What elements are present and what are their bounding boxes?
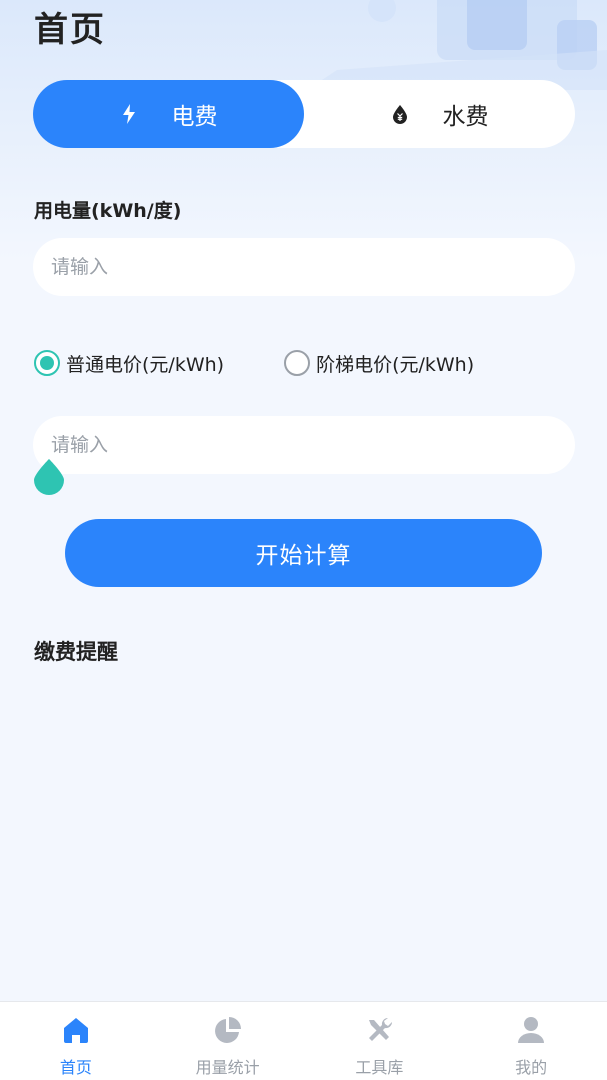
tab-water[interactable]: 水费 (304, 80, 575, 148)
nav-profile-label: 我的 (515, 1058, 548, 1077)
tab-electricity[interactable]: 电费 (33, 80, 304, 148)
nav-toolbox-label: 工具库 (355, 1058, 404, 1077)
price-type-radio-group: 普通电价(元/kWh) 阶梯电价(元/kWh) (34, 346, 474, 380)
radio-normal-price-label: 普通电价(元/kWh) (66, 353, 225, 376)
nav-profile[interactable]: 我的 (455, 1002, 607, 1080)
price-input[interactable] (33, 416, 575, 474)
user-icon (518, 1017, 545, 1043)
usage-input[interactable] (33, 238, 575, 296)
home-icon (63, 1018, 88, 1043)
page-title: 首页 (34, 10, 106, 50)
tools-icon (369, 1017, 393, 1041)
tab-water-label: 水费 (442, 104, 489, 130)
radio-tiered-price[interactable]: 阶梯电价(元/kWh) (284, 350, 474, 377)
nav-home[interactable]: 首页 (0, 1002, 152, 1080)
nav-toolbox[interactable]: 工具库 (304, 1002, 456, 1080)
nav-usage-stats[interactable]: 用量统计 (152, 1002, 304, 1080)
radio-checked-icon (34, 350, 60, 376)
fee-type-tabs: 电费 水费 (33, 80, 575, 148)
radio-unchecked-icon (284, 350, 311, 376)
nav-home-label: 首页 (59, 1058, 92, 1077)
tab-electricity-label: 电费 (171, 104, 218, 130)
usage-label: 用电量(kWh/度) (34, 200, 182, 222)
radio-tiered-price-label: 阶梯电价(元/kWh) (316, 353, 475, 376)
payment-reminder-title: 缴费提醒 (34, 640, 118, 664)
water-drop-yen-icon (392, 105, 407, 124)
radio-normal-price[interactable]: 普通电价(元/kWh) (34, 350, 224, 377)
bottom-tab-bar: 首页 用量统计 工具库 我的 (0, 1001, 607, 1080)
header-illustration (307, 0, 607, 90)
start-calculation-button[interactable]: 开始计算 (65, 519, 542, 587)
pie-chart-icon (214, 1017, 241, 1043)
nav-usage-stats-label: 用量统计 (195, 1058, 260, 1077)
cursor-handle-icon[interactable] (33, 458, 65, 496)
lightning-icon (122, 104, 135, 124)
